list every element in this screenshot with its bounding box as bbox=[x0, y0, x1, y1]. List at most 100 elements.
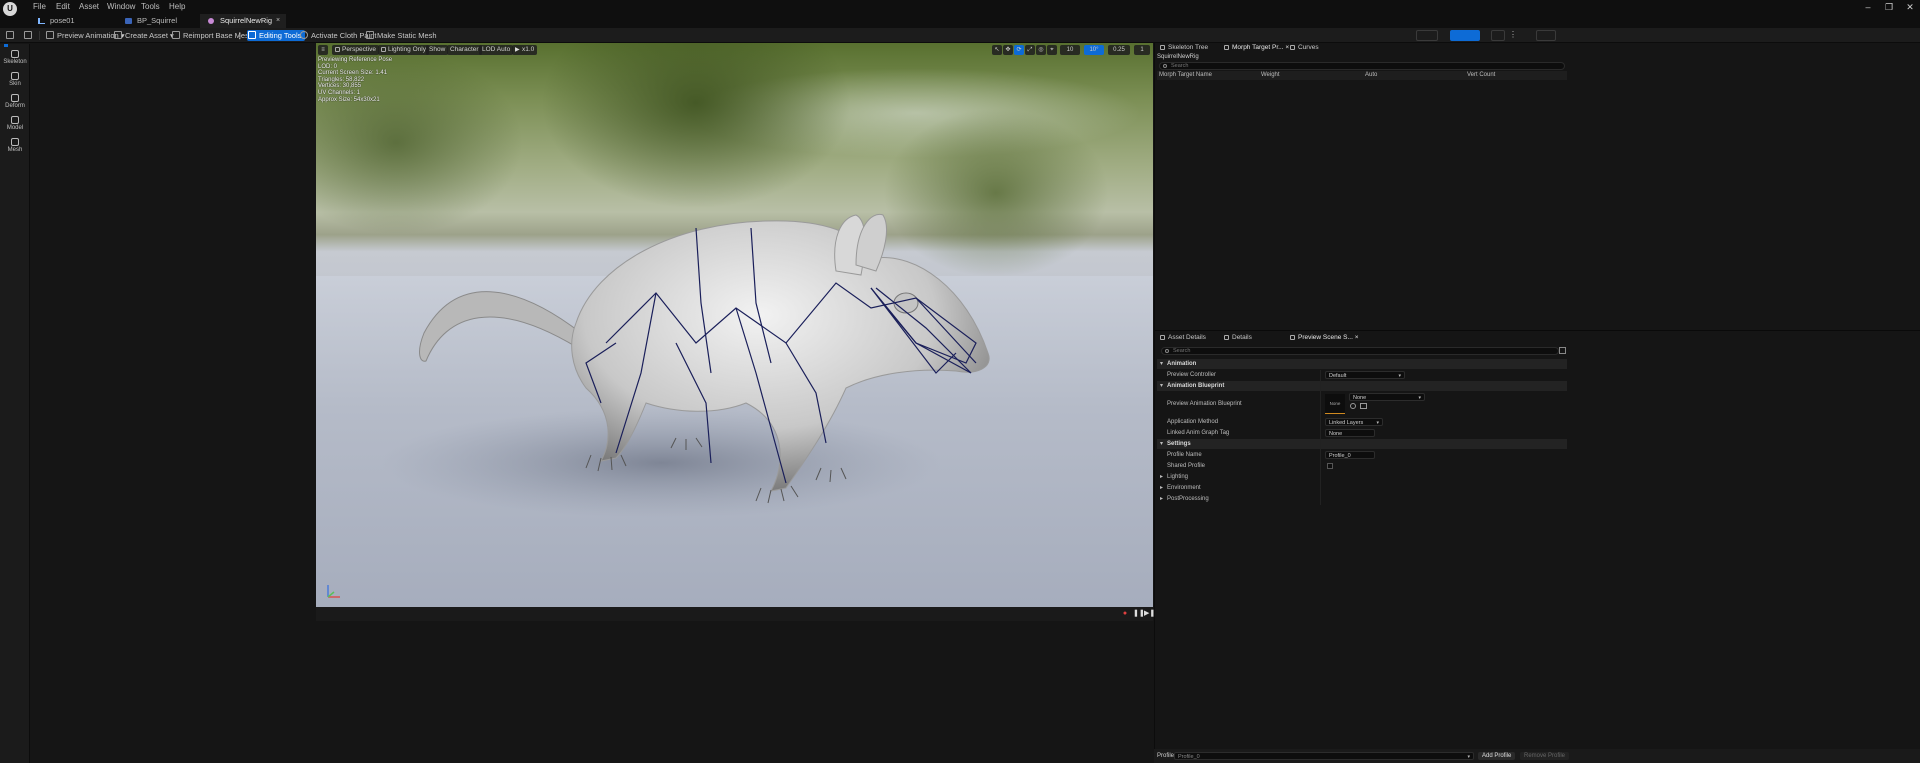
column-header[interactable]: Weight bbox=[1261, 72, 1280, 78]
browse-to-asset-icon[interactable] bbox=[1350, 403, 1356, 409]
view-options-icon[interactable] bbox=[1559, 347, 1566, 354]
select-value: None bbox=[1353, 395, 1367, 401]
perspective-button[interactable]: Perspective bbox=[332, 45, 379, 55]
show-label: Show bbox=[429, 46, 446, 53]
morph-search-input[interactable]: Search bbox=[1159, 62, 1565, 70]
preview-viewport[interactable]: ≡ Perspective Lighting Only Show Charact… bbox=[316, 43, 1153, 607]
close-window-icon[interactable]: ✕ bbox=[1901, 2, 1919, 13]
rotate-tool-icon[interactable]: ⟳ bbox=[1014, 45, 1024, 55]
tab-asset-details[interactable]: Asset Details bbox=[1159, 333, 1206, 343]
mode-mesh[interactable]: Mesh bbox=[0, 138, 30, 153]
playback-bar: ● ❚❚ ▶❚ bbox=[316, 607, 1155, 621]
thumbnail-label: None bbox=[1329, 401, 1341, 406]
animation-mode-icon[interactable] bbox=[1491, 30, 1505, 41]
expand-arrow-icon: ▸ bbox=[1160, 496, 1164, 502]
maximize-icon[interactable]: ❐ bbox=[1880, 2, 1898, 13]
remove-profile-button[interactable]: Remove Profile bbox=[1520, 752, 1570, 760]
create-asset-button[interactable]: Create Asset ▾ bbox=[113, 30, 174, 41]
unreal-logo-icon[interactable]: U bbox=[3, 2, 17, 16]
browse-icon[interactable] bbox=[22, 30, 34, 41]
reimport-icon bbox=[172, 31, 180, 39]
application-method-select[interactable]: Linked Layers ▾ bbox=[1325, 418, 1383, 426]
lighting-mode-button[interactable]: Lighting Only bbox=[378, 45, 429, 55]
close-tab-icon[interactable]: × bbox=[1355, 334, 1359, 341]
close-tab-icon[interactable]: × bbox=[276, 14, 280, 28]
tab-curves[interactable]: Curves bbox=[1289, 43, 1319, 53]
section-animation[interactable]: ▾ Animation bbox=[1157, 359, 1567, 369]
field-value: Profile_0 bbox=[1329, 453, 1351, 459]
make-static-mesh-button[interactable]: Make Static Mesh bbox=[365, 30, 437, 41]
character-button[interactable]: Character bbox=[447, 45, 482, 55]
column-header[interactable]: Vert Count bbox=[1467, 72, 1495, 78]
mesh-mode-icon[interactable] bbox=[1450, 30, 1480, 41]
profile-select[interactable]: Profile_0 ▾ bbox=[1174, 752, 1474, 760]
mode-deform[interactable]: Deform bbox=[0, 94, 30, 109]
scale-tool-icon[interactable]: ⤢ bbox=[1025, 45, 1035, 55]
folder-icon[interactable] bbox=[1360, 403, 1367, 409]
skeletal-mesh-icon bbox=[208, 18, 214, 24]
section-settings[interactable]: ▾ Settings bbox=[1157, 439, 1567, 449]
grid-snap-button[interactable]: 10 bbox=[1060, 45, 1080, 55]
speed-label: x1.0 bbox=[522, 46, 535, 53]
search-icon bbox=[1165, 349, 1169, 353]
preview-animation-blueprint-select[interactable]: None ▾ bbox=[1349, 393, 1425, 401]
playback-speed-button[interactable]: ▶ x1.0 bbox=[512, 45, 538, 55]
modes-more-icon[interactable]: ⋮ bbox=[1509, 30, 1517, 41]
camera-speed-button[interactable]: 1 bbox=[1134, 45, 1150, 55]
asset-thumbnail[interactable]: None bbox=[1325, 394, 1345, 414]
squirrel-mesh[interactable] bbox=[316, 43, 1153, 607]
menu-window[interactable]: Window bbox=[107, 2, 135, 11]
minimize-icon[interactable]: – bbox=[1859, 2, 1877, 12]
tab-preview-scene-settings[interactable]: Preview Scene S... × bbox=[1289, 333, 1359, 343]
save-icon[interactable] bbox=[4, 30, 16, 41]
select-tool-icon[interactable]: ↖ bbox=[992, 45, 1002, 55]
toolbar-more-icon[interactable]: ⋮ bbox=[233, 30, 244, 41]
menu-help[interactable]: Help bbox=[169, 2, 185, 11]
tab-morph-target-preview[interactable]: Morph Target Pr... × bbox=[1223, 43, 1289, 53]
surface-snap-icon[interactable]: ⌖ bbox=[1047, 45, 1057, 55]
menu-edit[interactable]: Edit bbox=[56, 2, 70, 11]
select-value: Profile_0 bbox=[1178, 754, 1200, 760]
record-icon[interactable]: ● bbox=[1121, 610, 1129, 618]
preview-controller-select[interactable]: Default ▾ bbox=[1325, 371, 1405, 379]
mode-skeleton[interactable]: Skeleton bbox=[0, 50, 30, 65]
skeleton-mode-icon[interactable] bbox=[1416, 30, 1438, 41]
section-postprocessing[interactable]: ▸ PostProcessing bbox=[1157, 494, 1567, 504]
section-lighting[interactable]: ▸ Lighting bbox=[1157, 472, 1567, 482]
column-header[interactable]: Morph Target Name bbox=[1159, 72, 1212, 78]
mode-model[interactable]: Model bbox=[0, 116, 30, 131]
column-header[interactable]: Auto bbox=[1365, 72, 1377, 78]
details-search-input[interactable]: Search bbox=[1161, 347, 1559, 355]
tab-bp-squirrel[interactable]: BP_Squirrel bbox=[117, 14, 202, 28]
mode-label: Skin bbox=[9, 81, 21, 87]
tab-squirrel-new-rig[interactable]: SquirrelNewRig × bbox=[200, 14, 286, 28]
info-line: Vertices: 30,855 bbox=[318, 83, 362, 90]
prop-shared-profile: Shared Profile bbox=[1157, 461, 1567, 471]
profile-name-field[interactable]: Profile_0 bbox=[1325, 451, 1375, 459]
tab-skeleton-tree[interactable]: Skeleton Tree bbox=[1159, 43, 1208, 53]
tab-pose01[interactable]: pose01 bbox=[30, 14, 120, 28]
section-animation-blueprint[interactable]: ▾ Animation Blueprint bbox=[1157, 381, 1567, 391]
prop-label: Shared Profile bbox=[1167, 463, 1206, 469]
step-forward-icon[interactable]: ▶❚ bbox=[1144, 610, 1155, 618]
pause-icon[interactable]: ❚❚ bbox=[1133, 610, 1145, 618]
world-space-icon[interactable]: ◎ bbox=[1036, 45, 1046, 55]
menu-tools[interactable]: Tools bbox=[141, 2, 160, 11]
linked-anim-graph-tag-field[interactable]: None bbox=[1325, 429, 1375, 437]
lod-button[interactable]: LOD Auto bbox=[479, 45, 514, 55]
menu-asset[interactable]: Asset bbox=[79, 2, 99, 11]
chevron-down-icon: ▾ bbox=[1376, 420, 1379, 426]
scale-snap-button[interactable]: 0.25 bbox=[1108, 45, 1130, 55]
translate-tool-icon[interactable]: ✥ bbox=[1003, 45, 1013, 55]
show-button[interactable]: Show bbox=[426, 45, 449, 55]
physics-mode-icon[interactable] bbox=[1536, 30, 1556, 41]
mode-skin[interactable]: Skin bbox=[0, 72, 30, 87]
menu-file[interactable]: File bbox=[33, 2, 46, 11]
viewport-menu-icon[interactable]: ≡ bbox=[318, 45, 328, 55]
tab-details[interactable]: Details bbox=[1223, 333, 1252, 343]
editing-tools-button[interactable]: Editing Tools bbox=[247, 30, 306, 41]
shared-profile-checkbox[interactable] bbox=[1327, 463, 1333, 469]
angle-snap-button[interactable]: 10° bbox=[1084, 45, 1104, 55]
add-profile-button[interactable]: Add Profile bbox=[1478, 752, 1516, 760]
section-environment[interactable]: ▸ Environment bbox=[1157, 483, 1567, 493]
